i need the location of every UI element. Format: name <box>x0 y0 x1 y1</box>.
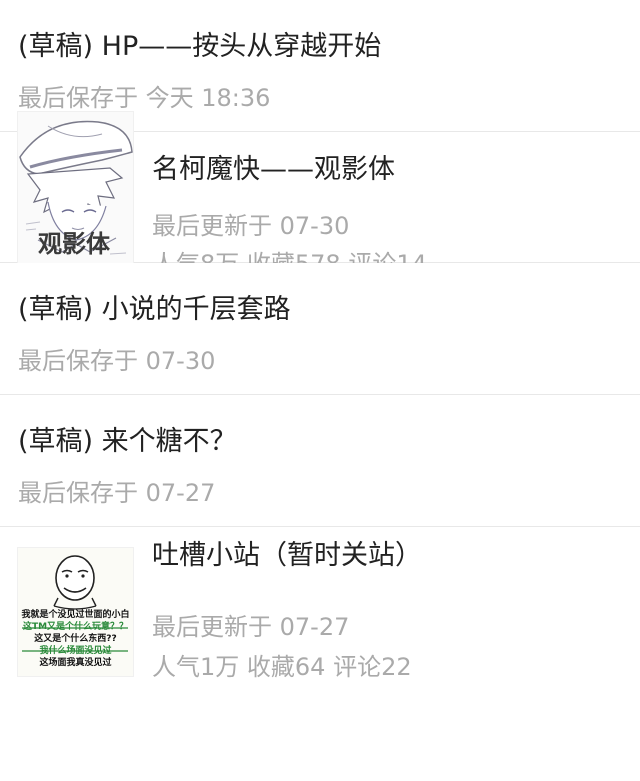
item-last-saved: 最后保存于 07-27 <box>18 479 216 507</box>
item-title: 吐槽小站（暂时关站） <box>152 540 422 571</box>
item-title: (草稿) 小说的千层套路 <box>18 294 291 325</box>
item-title: 名柯魔快——观影体 <box>152 154 395 185</box>
item-last-updated: 最后更新于 07-27 <box>152 613 350 641</box>
anime-sketch-cover-image: 观影体 <box>17 111 134 265</box>
item-title: (草稿) 来个糖不？ <box>18 426 237 457</box>
list-item-draft-novel[interactable]: (草稿) 小说的千层套路 最后保存于 07-30 <box>0 263 640 395</box>
meme-line-4: 我什么场面没见过 <box>39 646 112 656</box>
meme-line-2: 这TM又是个什么玩意？？ <box>22 622 129 632</box>
works-list: (草稿) HP——按头从穿越开始 最后保存于 今天 18:36 观影体 名柯魔快… <box>0 0 640 727</box>
list-item-work-meike[interactable]: 观影体 名柯魔快——观影体 最后更新于 07-30 人气8万 收藏578 评论1… <box>0 111 640 278</box>
item-stats: 人气1万 收藏64 评论22 <box>152 653 412 681</box>
list-item-work-tucao[interactable]: 我就是个没见过世面的小白 这TM又是个什么玩意？？ 这又是个什么东西?? 我什么… <box>0 527 640 727</box>
meme-face-cover-image: 我就是个没见过世面的小白 这TM又是个什么玩意？？ 这又是个什么东西?? 我什么… <box>17 547 134 677</box>
item-title: (草稿) HP——按头从穿越开始 <box>18 31 382 62</box>
item-last-updated: 最后更新于 07-30 <box>152 212 350 240</box>
list-item-draft-sugar[interactable]: (草稿) 来个糖不？ 最后保存于 07-27 <box>0 395 640 527</box>
item-last-saved: 最后保存于 07-30 <box>18 347 216 375</box>
meme-line-3: 这又是个什么东西?? <box>34 634 117 644</box>
cover-overlay-text: 观影体 <box>38 229 110 258</box>
meme-line-1: 我就是个没见过世面的小白 <box>21 610 130 620</box>
meme-line-5: 这场面我真没见过 <box>39 658 112 668</box>
